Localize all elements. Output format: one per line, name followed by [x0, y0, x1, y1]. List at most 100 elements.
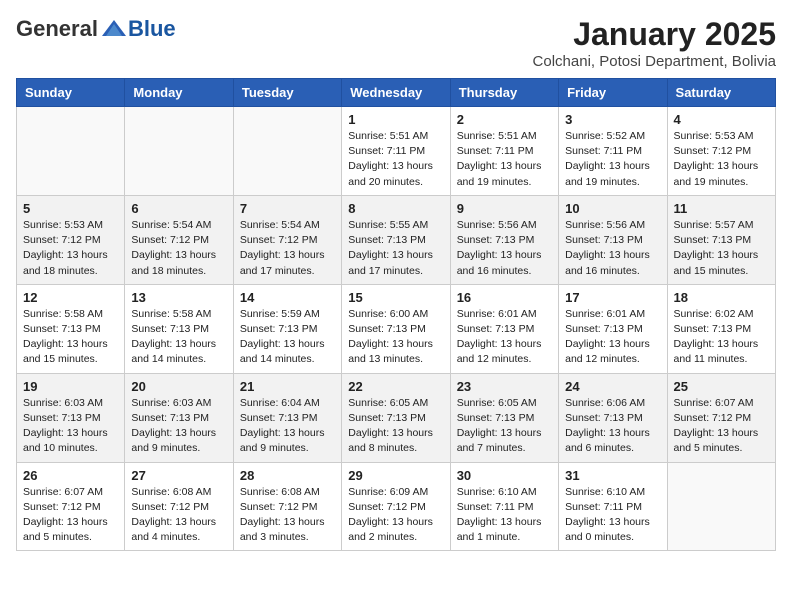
day-number: 26: [23, 468, 118, 483]
calendar-day: 27Sunrise: 6:08 AM Sunset: 7:12 PM Dayli…: [125, 462, 233, 551]
day-header-monday: Monday: [125, 79, 233, 107]
day-number: 24: [565, 379, 660, 394]
day-detail: Sunrise: 5:56 AM Sunset: 7:13 PM Dayligh…: [565, 218, 660, 279]
day-number: 15: [348, 290, 443, 305]
calendar-week-row: 12 Sunrise: 5:58 AM Sunset: 7:13 PM Dayli…: [17, 284, 776, 373]
calendar-week-row: 19 Sunrise: 6:03 AM Sunset: 7:13 PM Dayli…: [17, 373, 776, 462]
day-header-wednesday: Wednesday: [342, 79, 450, 107]
day-detail: Sunrise: 6:05 AM Sunset: 7:13 PM Dayligh…: [457, 396, 552, 457]
day-detail: Sunrise: 6:01 AM Sunset: 7:13 PM Dayligh…: [457, 307, 552, 368]
calendar-week-row: 1 Sunrise: 5:51 AM Sunset: 7:11 PM Daylig…: [17, 107, 776, 196]
day-number: 6: [131, 201, 226, 216]
calendar-day: 6 Sunrise: 5:54 AM Sunset: 7:12 PM Daylig…: [125, 195, 233, 284]
day-detail: Sunrise: 5:58 AM Sunset: 7:13 PM Dayligh…: [131, 307, 226, 368]
day-number: 5: [23, 201, 118, 216]
day-detail: Sunrise: 5:56 AM Sunset: 7:13 PM Dayligh…: [457, 218, 552, 279]
calendar-day: 24 Sunrise: 6:06 AM Sunset: 7:13 PM Dayli…: [559, 373, 667, 462]
calendar-day: 28 Sunrise: 6:08 AM Sunset: 7:12 PM Dayli…: [233, 462, 341, 551]
title-area: January 2025 Colchani, Potosi Department…: [533, 16, 776, 70]
calendar-day: 11 Sunrise: 5:57 AM Sunset: 7:13 PM Dayli…: [667, 195, 775, 284]
calendar-table: SundayMondayTuesdayWednesdayThursdayFrid…: [16, 78, 776, 551]
day-number: 1: [348, 112, 443, 127]
day-detail: Sunrise: 6:10 AM Sunset: 7:11 PM Dayligh…: [565, 485, 660, 546]
calendar-title: January 2025: [533, 16, 776, 53]
day-detail: Sunrise: 5:53 AM Sunset: 7:12 PM Dayligh…: [23, 218, 118, 279]
calendar-day: 14Sunrise: 5:59 AM Sunset: 7:13 PM Dayli…: [233, 284, 341, 373]
calendar-day: 15 Sunrise: 6:00 AM Sunset: 7:13 PM Dayli…: [342, 284, 450, 373]
day-number: 19: [23, 379, 118, 394]
day-number: 29: [348, 468, 443, 483]
calendar-day: 12 Sunrise: 5:58 AM Sunset: 7:13 PM Dayli…: [17, 284, 125, 373]
day-number: 17: [565, 290, 660, 305]
calendar-day: 31Sunrise: 6:10 AM Sunset: 7:11 PM Dayli…: [559, 462, 667, 551]
day-detail: Sunrise: 6:04 AM Sunset: 7:13 PM Dayligh…: [240, 396, 335, 457]
day-detail: Sunrise: 6:01 AM Sunset: 7:13 PM Dayligh…: [565, 307, 660, 368]
logo: General Blue: [16, 16, 176, 42]
day-number: 16: [457, 290, 552, 305]
day-detail: Sunrise: 5:53 AM Sunset: 7:12 PM Dayligh…: [674, 129, 769, 190]
logo-icon: [100, 18, 128, 40]
calendar-day: 22Sunrise: 6:05 AM Sunset: 7:13 PM Dayli…: [342, 373, 450, 462]
calendar-day: 17 Sunrise: 6:01 AM Sunset: 7:13 PM Dayli…: [559, 284, 667, 373]
day-number: 7: [240, 201, 335, 216]
calendar-week-row: 26Sunrise: 6:07 AM Sunset: 7:12 PM Dayli…: [17, 462, 776, 551]
calendar-day: 20 Sunrise: 6:03 AM Sunset: 7:13 PM Dayli…: [125, 373, 233, 462]
day-number: 20: [131, 379, 226, 394]
day-detail: Sunrise: 6:03 AM Sunset: 7:13 PM Dayligh…: [23, 396, 118, 457]
day-number: 28: [240, 468, 335, 483]
day-number: 12: [23, 290, 118, 305]
day-number: 25: [674, 379, 769, 394]
calendar-day: [17, 107, 125, 196]
day-detail: Sunrise: 5:57 AM Sunset: 7:13 PM Dayligh…: [674, 218, 769, 279]
calendar-day: 9 Sunrise: 5:56 AM Sunset: 7:13 PM Daylig…: [450, 195, 558, 284]
day-number: 21: [240, 379, 335, 394]
calendar-day: [233, 107, 341, 196]
day-detail: Sunrise: 5:51 AM Sunset: 7:11 PM Dayligh…: [457, 129, 552, 190]
day-detail: Sunrise: 6:08 AM Sunset: 7:12 PM Dayligh…: [240, 485, 335, 546]
day-header-saturday: Saturday: [667, 79, 775, 107]
calendar-day: 19 Sunrise: 6:03 AM Sunset: 7:13 PM Dayli…: [17, 373, 125, 462]
day-detail: Sunrise: 6:06 AM Sunset: 7:13 PM Dayligh…: [565, 396, 660, 457]
day-detail: Sunrise: 6:08 AM Sunset: 7:12 PM Dayligh…: [131, 485, 226, 546]
day-detail: Sunrise: 5:59 AM Sunset: 7:13 PM Dayligh…: [240, 307, 335, 368]
calendar-day: 25 Sunrise: 6:07 AM Sunset: 7:12 PM Dayli…: [667, 373, 775, 462]
calendar-day: 4Sunrise: 5:53 AM Sunset: 7:12 PM Daylig…: [667, 107, 775, 196]
calendar-day: 21 Sunrise: 6:04 AM Sunset: 7:13 PM Dayli…: [233, 373, 341, 462]
day-number: 13: [131, 290, 226, 305]
day-detail: Sunrise: 6:05 AM Sunset: 7:13 PM Dayligh…: [348, 396, 443, 457]
day-number: 18: [674, 290, 769, 305]
calendar-week-row: 5 Sunrise: 5:53 AM Sunset: 7:12 PM Daylig…: [17, 195, 776, 284]
day-number: 2: [457, 112, 552, 127]
calendar-subtitle: Colchani, Potosi Department, Bolivia: [533, 53, 776, 70]
day-header-tuesday: Tuesday: [233, 79, 341, 107]
calendar-day: 30 Sunrise: 6:10 AM Sunset: 7:11 PM Dayli…: [450, 462, 558, 551]
day-number: 3: [565, 112, 660, 127]
day-number: 9: [457, 201, 552, 216]
header: General Blue January 2025 Colchani, Poto…: [16, 16, 776, 70]
day-header-sunday: Sunday: [17, 79, 125, 107]
calendar-day: 29 Sunrise: 6:09 AM Sunset: 7:12 PM Dayli…: [342, 462, 450, 551]
day-detail: Sunrise: 6:00 AM Sunset: 7:13 PM Dayligh…: [348, 307, 443, 368]
calendar-day: 1 Sunrise: 5:51 AM Sunset: 7:11 PM Daylig…: [342, 107, 450, 196]
day-detail: Sunrise: 5:55 AM Sunset: 7:13 PM Dayligh…: [348, 218, 443, 279]
calendar-day: 26Sunrise: 6:07 AM Sunset: 7:12 PM Dayli…: [17, 462, 125, 551]
day-header-friday: Friday: [559, 79, 667, 107]
day-detail: Sunrise: 6:07 AM Sunset: 7:12 PM Dayligh…: [674, 396, 769, 457]
logo-blue: Blue: [128, 16, 176, 42]
day-detail: Sunrise: 5:54 AM Sunset: 7:12 PM Dayligh…: [131, 218, 226, 279]
day-detail: Sunrise: 5:51 AM Sunset: 7:11 PM Dayligh…: [348, 129, 443, 190]
day-detail: Sunrise: 6:09 AM Sunset: 7:12 PM Dayligh…: [348, 485, 443, 546]
day-detail: Sunrise: 5:54 AM Sunset: 7:12 PM Dayligh…: [240, 218, 335, 279]
day-detail: Sunrise: 6:03 AM Sunset: 7:13 PM Dayligh…: [131, 396, 226, 457]
day-detail: Sunrise: 6:10 AM Sunset: 7:11 PM Dayligh…: [457, 485, 552, 546]
day-number: 30: [457, 468, 552, 483]
calendar-header-row: SundayMondayTuesdayWednesdayThursdayFrid…: [17, 79, 776, 107]
calendar-day: 18Sunrise: 6:02 AM Sunset: 7:13 PM Dayli…: [667, 284, 775, 373]
day-detail: Sunrise: 5:58 AM Sunset: 7:13 PM Dayligh…: [23, 307, 118, 368]
day-number: 23: [457, 379, 552, 394]
calendar-day: 3Sunrise: 5:52 AM Sunset: 7:11 PM Daylig…: [559, 107, 667, 196]
day-header-thursday: Thursday: [450, 79, 558, 107]
calendar-day: 13 Sunrise: 5:58 AM Sunset: 7:13 PM Dayli…: [125, 284, 233, 373]
day-number: 11: [674, 201, 769, 216]
calendar-day: 16 Sunrise: 6:01 AM Sunset: 7:13 PM Dayli…: [450, 284, 558, 373]
